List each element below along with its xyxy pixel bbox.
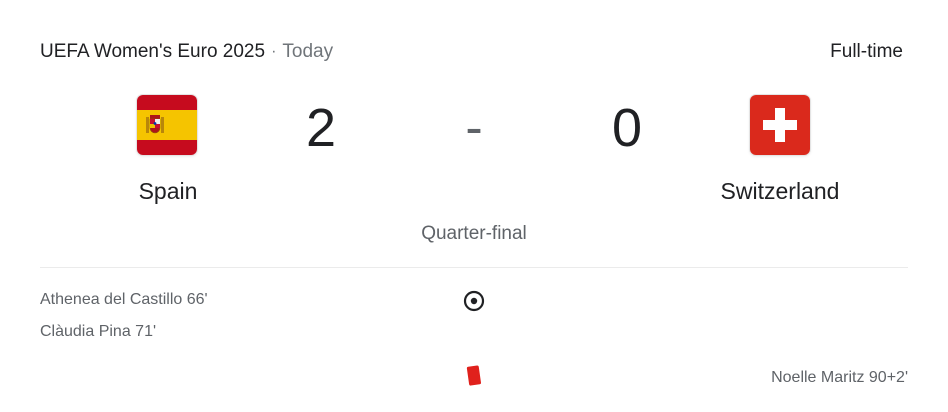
score-separator: - xyxy=(465,99,483,157)
competition-info: UEFA Women's Euro 2025 · Today xyxy=(40,41,333,63)
red-card-event-maritz: Noelle Maritz 90+2' xyxy=(771,369,908,386)
home-score: 2 xyxy=(305,98,337,158)
switzerland-flag-icon[interactable] xyxy=(750,95,810,155)
match-header: UEFA Women's Euro 2025 · Today Full-time xyxy=(40,40,903,64)
competition-name[interactable]: UEFA Women's Euro 2025 xyxy=(40,41,265,63)
spain-flag-graphic xyxy=(137,95,197,155)
match-day: Today xyxy=(282,41,334,62)
home-team-name[interactable]: Spain xyxy=(68,178,268,205)
soccer-ball-icon xyxy=(463,290,485,312)
goal-event-pina: Clàudia Pina 71' xyxy=(40,323,157,340)
spain-flag-icon[interactable] xyxy=(137,95,197,155)
header-separator: · xyxy=(271,43,277,60)
away-team-name[interactable]: Switzerland xyxy=(680,178,880,205)
divider xyxy=(40,267,908,268)
goal-event-athenea: Athenea del Castillo 66' xyxy=(40,291,208,308)
match-stage: Quarter-final xyxy=(421,223,527,244)
match-status: Full-time xyxy=(830,41,903,62)
switzerland-flag-graphic xyxy=(750,95,810,155)
away-score: 0 xyxy=(611,98,643,158)
red-card-icon xyxy=(466,365,482,386)
